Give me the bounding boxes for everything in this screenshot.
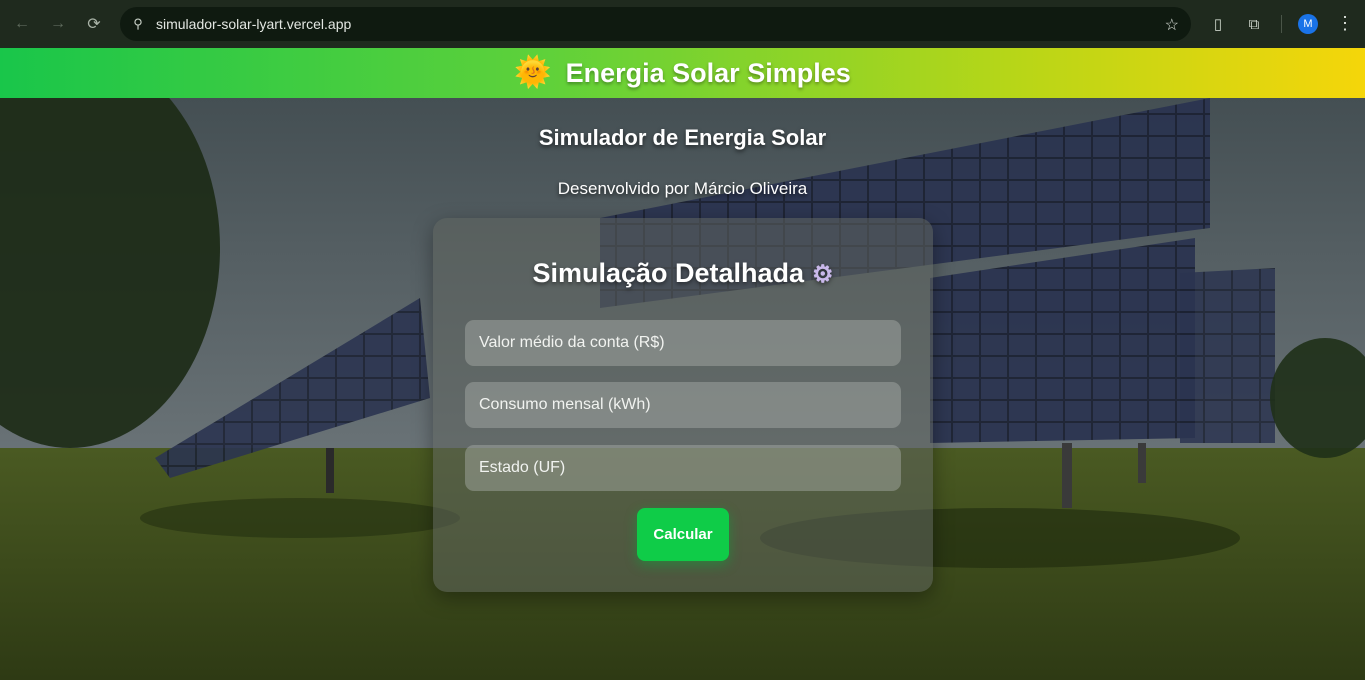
toolbar-divider [1281,15,1282,33]
site-info-icon[interactable]: ⚲ [130,16,146,32]
site-title: Energia Solar Simples [565,57,851,88]
page-content: 🌞 Energia Solar Simples Simulador de Ene… [0,48,1365,680]
form-title: Simulação Detalhada [532,258,805,288]
url-text[interactable]: simulador-solar-lyart.vercel.app [156,16,351,32]
reading-list-icon[interactable]: ▯ [1208,14,1228,34]
reload-icon[interactable]: ⟳ [80,10,108,38]
sun-icon: 🌞 [514,56,552,89]
author-credit: Desenvolvido por Márcio Oliveira [557,179,808,198]
gear-icon: ⚙ [812,261,834,288]
extensions-icon[interactable]: ⧉ [1244,14,1264,34]
monthly-consumption-input[interactable] [465,382,901,428]
calculate-button[interactable]: Calcular [637,508,729,561]
simulation-card: Simulação Detalhada ⚙ Calcular [433,218,933,592]
browser-toolbar: ← → ⟳ ⚲ simulador-solar-lyart.vercel.app… [0,0,1365,48]
bill-value-input[interactable] [465,320,901,366]
state-input[interactable] [465,445,901,491]
menu-icon[interactable]: ⋮ [1336,13,1354,34]
profile-avatar[interactable]: M [1298,14,1318,34]
form-title-row: Simulação Detalhada ⚙ [433,258,933,289]
forward-icon[interactable]: → [44,10,72,38]
back-icon[interactable]: ← [8,10,36,38]
bookmark-star-icon[interactable]: ☆ [1165,15,1179,35]
site-header-banner: 🌞 Energia Solar Simples [0,48,1365,98]
address-bar[interactable]: ⚲ simulador-solar-lyart.vercel.app ☆ [120,7,1191,41]
page-subtitle: Simulador de Energia Solar [538,125,827,150]
